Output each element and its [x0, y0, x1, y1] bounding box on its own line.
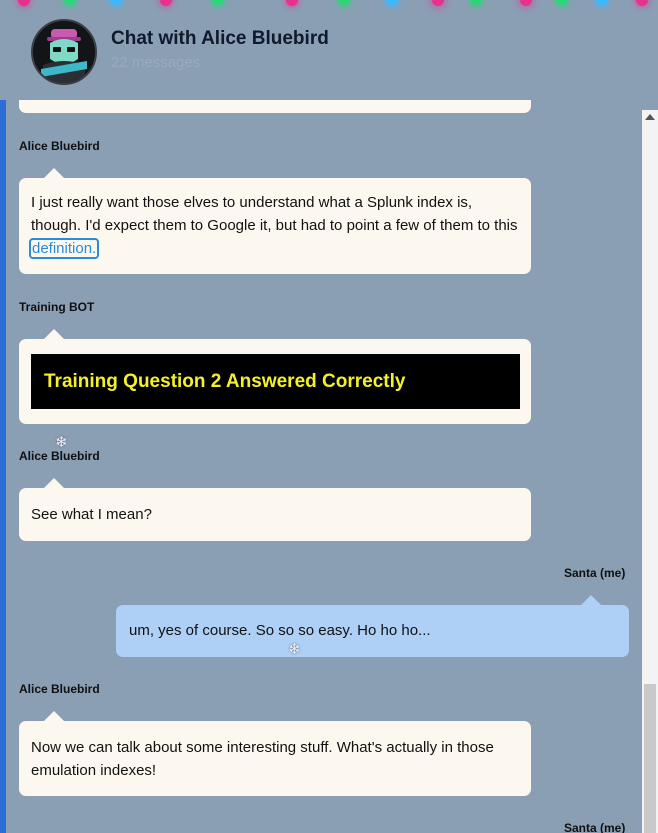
message-text: I just really want those elves to unders…	[31, 194, 518, 234]
chat-header: Chat with Alice Bluebird 22 messages	[0, 0, 658, 100]
avatar	[31, 19, 97, 85]
training-banner: Training Question 2 Answered Correctly	[31, 354, 520, 409]
message-text: See what I mean?	[31, 506, 152, 523]
message-sender: Alice Bluebird	[19, 682, 100, 696]
scroll-up-arrow-icon[interactable]	[645, 114, 655, 120]
scrollbar-thumb[interactable]	[644, 684, 656, 833]
message-sender: Alice Bluebird	[19, 139, 100, 153]
holiday-lights	[0, 0, 658, 14]
scrollbar[interactable]	[642, 110, 658, 833]
message-bubble: See what I mean?	[19, 478, 531, 541]
message-bubble: I just really want those elves to unders…	[19, 168, 531, 274]
previous-message-bubble	[19, 100, 531, 113]
message-sender: Training BOT	[19, 300, 95, 314]
message-list[interactable]: Alice Bluebird I just really want those …	[0, 100, 642, 833]
message-sender-self: Santa (me)	[564, 821, 626, 833]
snowflake-icon: ❄	[55, 434, 68, 451]
message-text: um, yes of course. So so so easy. Ho ho …	[129, 622, 431, 639]
message-count: 22 messages	[111, 54, 201, 71]
my-message-bubble: um, yes of course. So so so easy. Ho ho …	[116, 595, 629, 657]
definition-link[interactable]: definition.	[28, 238, 100, 259]
message-text: Now we can talk about some interesting s…	[31, 739, 494, 779]
snowflake-icon: ❄	[288, 641, 301, 658]
chat-title: Chat with Alice Bluebird	[111, 28, 329, 49]
message-sender: Alice Bluebird	[19, 449, 100, 463]
message-bubble: Now we can talk about some interesting s…	[19, 711, 531, 796]
message-sender-self: Santa (me)	[564, 566, 626, 580]
bot-message-bubble: Training Question 2 Answered Correctly	[19, 329, 531, 424]
